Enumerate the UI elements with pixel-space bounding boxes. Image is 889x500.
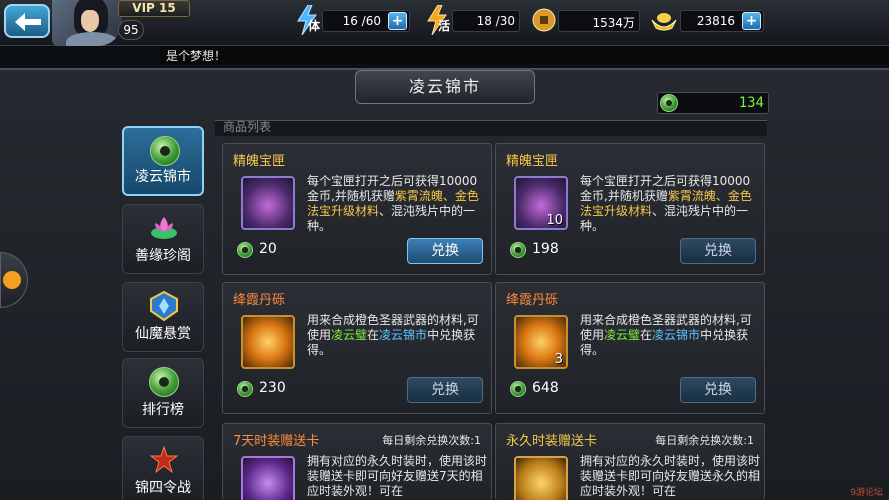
jade-coin-icon (237, 381, 253, 397)
add-gold-button[interactable]: + (742, 12, 761, 30)
copper-stat: 1534万 (558, 10, 640, 32)
page-title: 凌云锦市 (355, 70, 535, 104)
copper-value: 1534万 (592, 16, 635, 30)
jade-ring-icon (149, 367, 179, 397)
sidebar-item-label: 凌云锦市 (135, 169, 191, 185)
item-name: 精魄宝匣 (506, 154, 559, 169)
daily-quota: 每日剩余兑换次数:1 (655, 434, 754, 447)
jade-coin-icon (510, 381, 526, 397)
treasure-chest-icon[interactable] (241, 176, 295, 230)
sidebar-item-label: 善缘珍阁 (135, 248, 191, 264)
elixir-icon[interactable]: 3 (514, 315, 568, 369)
shop-card: 精魄宝匣 10 每个宝匣打开之后可获得10000金币,并随机获赠紫霄流魄、金色法… (495, 143, 765, 275)
exchange-button[interactable]: 兑换 (680, 377, 756, 403)
jade-coin-icon (150, 136, 180, 166)
list-header-text: 商品列表 (223, 120, 272, 134)
crest-icon (150, 291, 178, 321)
jade-currency-value: 134 (738, 95, 764, 111)
treasure-chest-icon[interactable]: 10 (514, 176, 568, 230)
stamina-value: 16 /60 (342, 14, 381, 28)
item-description: 每个宝匣打开之后可获得10000金币,并随机获赠紫霄流魄、金色法宝升级材料、混沌… (307, 174, 479, 233)
page-title-text: 凌云锦市 (408, 77, 481, 96)
shop-card: 精魄宝匣 每个宝匣打开之后可获得10000金币,并随机获赠紫霄流魄、金色法宝升级… (222, 143, 492, 275)
item-description: 用来合成橙色圣器武器的材料,可使用凌云璧在凌云锦市中兑换获得。 (580, 313, 752, 357)
vitality-label: 活 (438, 19, 451, 33)
item-description: 用来合成橙色圣器武器的材料,可使用凌云璧在凌云锦市中兑换获得。 (307, 313, 479, 357)
item-name: 精魄宝匣 (233, 154, 286, 169)
back-button[interactable] (4, 4, 50, 38)
list-header: 商品列表 (215, 120, 767, 136)
fashion-card-icon[interactable] (241, 456, 295, 500)
sidebar-item-war[interactable]: 锦四令战 (122, 436, 204, 500)
gold-value: 23816 (696, 14, 735, 28)
gold-stat: 23816 + (680, 10, 764, 32)
stamina-label: 体 (308, 19, 321, 33)
exchange-button[interactable]: 兑换 (407, 377, 483, 403)
sidebar-item-lingyun-market[interactable]: 凌云锦市 (122, 126, 204, 196)
item-name: 永久时装赠送卡 (506, 434, 598, 449)
item-description: 每个宝匣打开之后可获得10000金币,并随机获赠紫霄流魄、金色法宝升级材料、混沌… (580, 174, 752, 233)
sidebar-item-label: 排行榜 (142, 402, 184, 418)
jade-coin-icon (237, 242, 253, 258)
avatar[interactable] (52, 0, 122, 46)
sidebar-item-leaderboard[interactable]: 排行榜 (122, 358, 204, 428)
sidebar-item-bounty[interactable]: 仙魔悬赏 (122, 282, 204, 352)
menu-orb-icon (3, 271, 21, 289)
fashion-card-icon[interactable] (514, 456, 568, 500)
price-value: 20 (259, 241, 277, 257)
item-name: 绛霞丹砾 (233, 293, 286, 308)
item-name: 绛霞丹砾 (506, 293, 559, 308)
jade-currency-box: 134 (657, 92, 769, 114)
lotus-icon (151, 217, 177, 239)
vitality-stat: 18 /30 (452, 10, 520, 32)
item-description: 拥有对应的永久时装时，使用该时装赠送卡即可向好友赠送7天的相应时装外观！可在 (307, 454, 488, 496)
price-value: 198 (532, 241, 559, 257)
shop-card: 7天时装赠送卡 每日剩余兑换次数:1 拥有对应的永久时装时，使用该时装赠送卡即可… (222, 423, 492, 500)
price-value: 230 (259, 380, 286, 396)
exchange-button[interactable]: 兑换 (407, 238, 483, 264)
stamina-stat: 16 /60 + (322, 10, 410, 32)
vitality-lightning-icon: 活 (424, 4, 451, 39)
item-count: 10 (546, 213, 563, 228)
item-name: 7天时装赠送卡 (233, 434, 320, 449)
watermark: 9游论坛 (850, 488, 883, 498)
back-arrow-icon (15, 13, 41, 31)
sidebar: 凌云锦市 善缘珍阁 仙魔悬赏 排行榜 锦四令战 (118, 124, 208, 500)
top-bar: VIP 15 95 体 16 /60 + 活 18 /30 1534万 2381… (0, 0, 889, 46)
vip-badge[interactable]: VIP 15 (118, 0, 190, 17)
price-value: 648 (532, 380, 559, 396)
ticker-text: 是个梦想！ (166, 49, 227, 63)
item-count: 3 (554, 352, 563, 367)
item-description: 拥有对应的永久时装时，使用该时装赠送卡即可向好友赠送永久的相应时装外观！可在 (580, 454, 761, 496)
elixir-icon[interactable] (241, 315, 295, 369)
sidebar-item-shanyuan-pavilion[interactable]: 善缘珍阁 (122, 204, 204, 274)
shop-card: 永久时装赠送卡 每日剩余兑换次数:1 拥有对应的永久时装时，使用该时装赠送卡即可… (495, 423, 765, 500)
exchange-button[interactable]: 兑换 (680, 238, 756, 264)
add-stamina-button[interactable]: + (388, 12, 407, 30)
level-badge: 95 (118, 20, 144, 40)
coin-icon (532, 8, 556, 36)
jade-coin-icon (510, 242, 526, 258)
sidebar-item-label: 仙魔悬赏 (135, 326, 191, 342)
daily-quota: 每日剩余兑换次数:1 (382, 434, 481, 447)
gold-ingot-icon (650, 10, 678, 36)
sidebar-item-label: 锦四令战 (135, 480, 191, 496)
shop-card: 绛霞丹砾 3 用来合成橙色圣器武器的材料,可使用凌云璧在凌云锦市中兑换获得。 6… (495, 282, 765, 414)
announcement-ticker: 是个梦想！ (160, 46, 889, 64)
jade-coin-icon (660, 94, 678, 112)
shop-card: 绛霞丹砾 用来合成橙色圣器武器的材料,可使用凌云璧在凌云锦市中兑换获得。 230… (222, 282, 492, 414)
stamina-lightning-icon: 体 (294, 4, 321, 39)
red-flower-icon (149, 445, 179, 474)
vitality-value: 18 /30 (476, 14, 515, 28)
